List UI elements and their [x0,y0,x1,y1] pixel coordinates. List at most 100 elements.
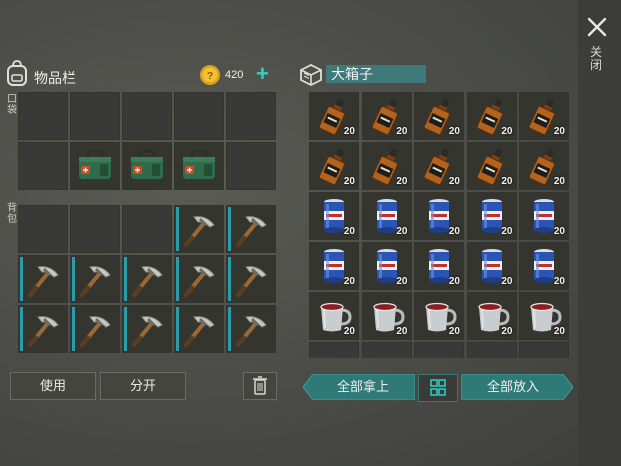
pocket-slot[interactable] [174,92,224,140]
item-count: 20 [448,326,460,337]
trash-icon [253,376,267,395]
backpack-slot[interactable] [226,205,276,253]
backpack-slot[interactable] [174,205,224,253]
item-count: 20 [501,126,513,137]
chest-slot[interactable]: 20 [361,92,412,140]
grid-sort-icon [430,379,446,396]
backpack-slot[interactable] [174,305,224,353]
backpack-slot[interactable] [226,255,276,303]
backpack-slot[interactable] [122,305,172,353]
durability-bar [124,257,127,301]
chest-slot[interactable]: 20 [361,242,412,290]
pickaxe-icon [131,316,163,348]
durability-bar [228,257,231,301]
backpack-slot[interactable] [226,305,276,353]
chest-slot[interactable] [361,342,412,358]
pocket-slot[interactable] [18,142,68,190]
chest-slot[interactable]: 20 [361,142,412,190]
pickaxe-icon [131,266,163,298]
pickaxe-icon [183,216,215,248]
chest-slot[interactable]: 20 [466,142,517,190]
chest-slot[interactable] [414,342,464,358]
item-count: 20 [396,276,408,287]
item-count: 20 [343,226,355,237]
pocket-slot[interactable] [70,142,120,190]
chest-slot[interactable]: 20 [466,292,517,340]
coin-icon: ? [200,65,220,85]
chest-slot[interactable] [466,342,517,358]
item-count: 20 [343,176,355,187]
item-count: 20 [553,276,565,287]
chest-grid-viewport[interactable]: 20 20 20 20 20 20 20 20 20 20 20 20 20 2… [309,92,569,358]
chest-title: 大箱子 [326,65,426,83]
chest-slot[interactable] [309,342,359,358]
item-count: 20 [396,326,408,337]
durability-bar [72,307,75,351]
chest-slot[interactable]: 20 [414,142,464,190]
medkit-icon [131,149,163,179]
item-count: 20 [343,126,355,137]
sort-button[interactable] [418,374,458,402]
pickaxe-icon [235,316,267,348]
backpack-slot[interactable] [18,255,68,303]
pocket-slot[interactable] [122,92,172,140]
coin-count: 420 [225,69,244,81]
close-button[interactable] [585,15,609,39]
chest-slot[interactable]: 20 [519,142,569,190]
chest-slot[interactable]: 20 [361,292,412,340]
backpack-grid [18,205,276,353]
use-button[interactable]: 使用 [10,372,96,400]
item-count: 20 [501,276,513,287]
take-all-button[interactable]: 全部拿上 [313,375,413,399]
chest-slot[interactable]: 20 [361,192,412,240]
backpack-slot[interactable] [70,205,120,253]
pocket-slot[interactable] [70,92,120,140]
chest-slot[interactable]: 20 [519,92,569,140]
chest-slot[interactable]: 20 [309,292,359,340]
chest-slot[interactable]: 20 [309,142,359,190]
backpack-slot[interactable] [18,305,68,353]
chest-slot[interactable]: 20 [309,92,359,140]
pickaxe-icon [79,316,111,348]
put-all-button[interactable]: 全部放入 [461,375,565,399]
backpack-slot[interactable] [122,205,172,253]
item-count: 20 [448,276,460,287]
backpack-slot[interactable] [122,255,172,303]
item-count: 20 [501,176,513,187]
chest-slot[interactable]: 20 [519,192,569,240]
pocket-slot[interactable] [226,142,276,190]
chest-slot[interactable]: 20 [466,242,517,290]
backpack-slot[interactable] [70,255,120,303]
pocket-slot[interactable] [174,142,224,190]
pocket-label: 口袋 [7,94,17,116]
pocket-slot[interactable] [122,142,172,190]
durability-bar [124,307,127,351]
chest-slot[interactable]: 20 [414,292,464,340]
chest-slot[interactable]: 20 [519,242,569,290]
pocket-slot[interactable] [18,92,68,140]
item-count: 20 [396,226,408,237]
durability-bar [20,257,23,301]
backpack-label: 背包 [7,203,17,225]
pocket-grid [18,92,276,190]
chest-slot[interactable] [519,342,569,358]
chest-slot[interactable]: 20 [414,242,464,290]
chest-slot[interactable]: 20 [466,92,517,140]
durability-bar [72,257,75,301]
svg-text:?: ? [207,71,213,82]
backpack-slot[interactable] [70,305,120,353]
chest-slot[interactable]: 20 [309,192,359,240]
chest-slot[interactable]: 20 [414,192,464,240]
split-button[interactable]: 分开 [100,372,186,400]
chest-slot[interactable]: 20 [519,292,569,340]
add-coins-button[interactable]: + [256,62,269,86]
chest-slot[interactable]: 20 [466,192,517,240]
backpack-slot[interactable] [174,255,224,303]
chest-slot[interactable]: 20 [309,242,359,290]
trash-button[interactable] [243,372,277,400]
item-count: 20 [553,226,565,237]
chest-slot[interactable]: 20 [414,92,464,140]
item-count: 20 [553,126,565,137]
backpack-slot[interactable] [18,205,68,253]
pocket-slot[interactable] [226,92,276,140]
